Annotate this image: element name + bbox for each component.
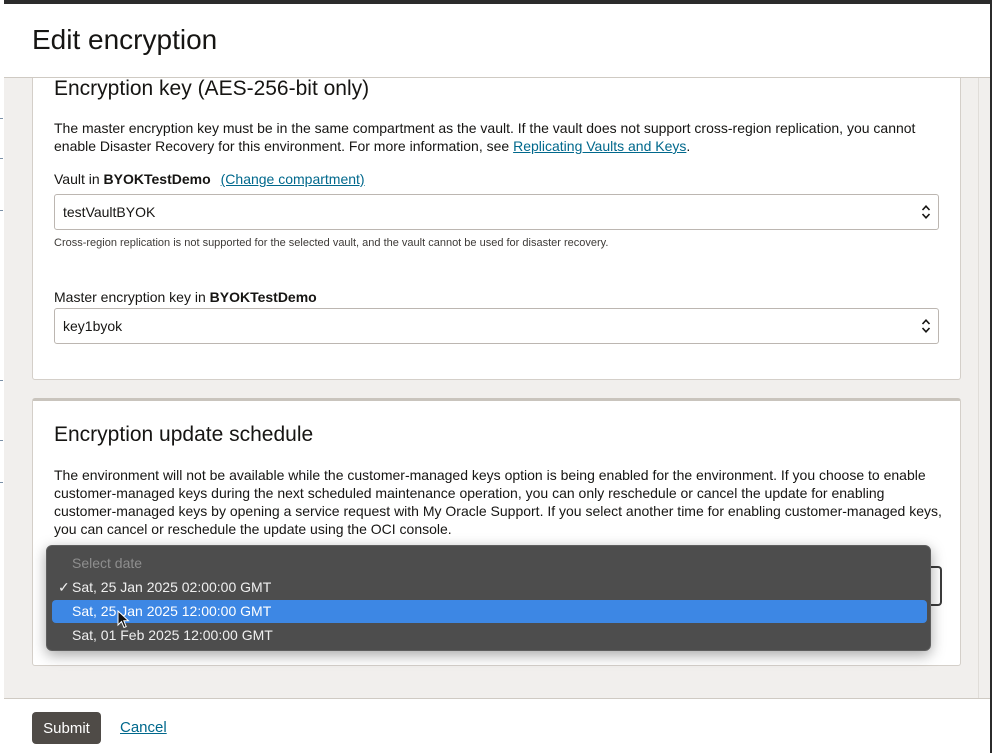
schedule-description: The environment will not be available wh… <box>54 467 942 537</box>
background-mark <box>0 380 3 381</box>
encryption-key-heading: Encryption key (AES-256-bit only) <box>54 78 370 100</box>
updown-chevron-icon <box>921 319 931 333</box>
date-option[interactable]: ✓ Sat, 25 Jan 2025 02:00:00 GMT <box>52 576 927 599</box>
master-key-label: Master encryption key in BYOKTestDemo <box>54 289 317 305</box>
background-mark <box>0 158 3 159</box>
vault-hint: Cross-region replication is not supporte… <box>54 237 609 249</box>
date-option[interactable]: Sat, 01 Feb 2025 12:00:00 GMT <box>52 624 927 647</box>
schedule-heading: Encryption update schedule <box>54 423 314 446</box>
master-key-label-prefix: Master encryption key in <box>54 289 210 305</box>
dialog-footer: Submit Cancel <box>4 698 990 753</box>
vault-label: Vault in BYOKTestDemo (Change compartment… <box>54 171 365 187</box>
master-key-compartment-name: BYOKTestDemo <box>209 289 317 305</box>
schedule-date-dropdown[interactable]: Select date ✓ Sat, 25 Jan 2025 02:00:00 … <box>46 545 931 651</box>
vault-select[interactable]: testVaultBYOK <box>54 194 939 230</box>
cancel-link[interactable]: Cancel <box>120 719 167 736</box>
change-compartment-link[interactable]: (Change compartment) <box>221 171 365 187</box>
schedule-select-edge[interactable] <box>930 566 942 606</box>
checkmark-icon: ✓ <box>58 579 70 595</box>
master-key-select-value: key1byok <box>63 318 123 334</box>
encryption-key-section: Encryption key (AES-256-bit only) The ma… <box>32 78 961 380</box>
dialog-title: Edit encryption <box>32 24 218 55</box>
encryption-key-description: The master encryption key must be in the… <box>54 119 944 155</box>
date-option-highlighted[interactable]: Sat, 25 Jan 2025 12:00:00 GMT <box>52 600 927 623</box>
date-option-label: Sat, 25 Jan 2025 12:00:00 GMT <box>72 603 272 619</box>
dialog-header: Edit encryption <box>4 4 990 78</box>
background-mark <box>0 482 3 483</box>
date-option-label: Sat, 25 Jan 2025 02:00:00 GMT <box>72 579 272 595</box>
replicating-vaults-link[interactable]: Replicating Vaults and Keys <box>513 138 686 154</box>
master-key-select[interactable]: key1byok <box>54 308 939 344</box>
vault-label-prefix: Vault in <box>54 171 104 187</box>
vault-compartment-name: BYOKTestDemo <box>103 171 211 187</box>
mouse-pointer-icon <box>117 610 130 629</box>
dropdown-placeholder-option: Select date <box>72 555 143 571</box>
date-option-label: Sat, 01 Feb 2025 12:00:00 GMT <box>72 627 273 643</box>
submit-button[interactable]: Submit <box>32 712 101 744</box>
description-period: . <box>686 138 691 154</box>
encryption-key-description-text: The master encryption key must be in the… <box>54 120 916 154</box>
background-mark <box>0 118 3 119</box>
updown-chevron-icon <box>921 205 931 219</box>
background-mark <box>0 440 3 441</box>
dialog-scrollbar[interactable] <box>978 78 990 698</box>
background-mark <box>0 210 3 211</box>
vault-select-value: testVaultBYOK <box>63 204 156 220</box>
